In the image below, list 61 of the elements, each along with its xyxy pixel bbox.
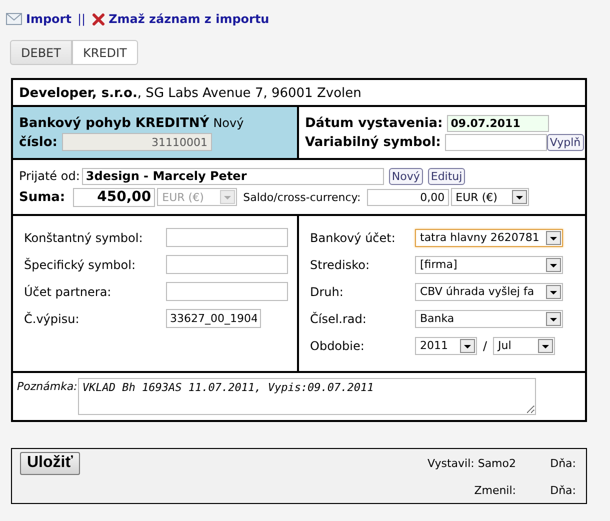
caret-icon (220, 190, 236, 204)
dropdown[interactable]: 2011 (415, 336, 477, 354)
changed-by-label: Zmenil: (474, 484, 516, 496)
issue-date-label: Dátum vystavenia: (305, 116, 443, 130)
caret-icon (546, 258, 561, 272)
amount-field[interactable]: 450,00 (73, 188, 156, 206)
link[interactable]: Import (26, 12, 72, 26)
field-label: Špecifický symbol: (24, 258, 137, 272)
field-label: Bankový účet: (310, 230, 396, 244)
input-field[interactable] (166, 255, 288, 274)
caret-icon (546, 284, 561, 298)
caret-icon (546, 230, 561, 244)
dropdown[interactable]: [firma] (415, 256, 563, 274)
created-date-label: Dňa: (550, 456, 576, 470)
input-field[interactable] (166, 282, 288, 301)
number-label: číslo: (19, 134, 58, 150)
envelope-icon[interactable] (6, 13, 22, 25)
saldo-label: Saldo/cross-currency: (243, 190, 361, 204)
link-separator: || (77, 12, 86, 26)
field-label: Čísel.rad: (310, 312, 368, 326)
caret-icon (512, 190, 527, 204)
save-button[interactable]: Uložiť (20, 452, 80, 474)
field-label: Obdobie: (310, 338, 366, 352)
number-field[interactable]: 31110001 (62, 133, 212, 151)
field-label: Č.výpisu: (24, 312, 80, 326)
amount-label: Suma: (19, 190, 66, 204)
input-field[interactable] (166, 228, 288, 247)
field-label: Druh: (310, 284, 344, 298)
created-by-label: Vystavil: Samo2 (427, 456, 516, 470)
caret-icon (546, 312, 561, 326)
close-icon[interactable] (92, 12, 105, 26)
period-separator: / (483, 338, 488, 352)
tab[interactable]: DEBET (10, 40, 72, 65)
date-field[interactable]: 09.07.2011 (446, 114, 549, 132)
note-field[interactable]: VKLAD Bh 1693AS 11.07.2011, Vypis:09.07.2011 (78, 378, 536, 415)
dropdown[interactable]: Jul (493, 336, 556, 354)
fill-button[interactable]: Vyplň (546, 134, 584, 150)
saldo-field[interactable]: 0,00 (366, 188, 449, 206)
field-label: Stredisko: (310, 258, 370, 272)
caret-icon (460, 338, 475, 352)
tab[interactable]: KREDIT (72, 40, 138, 65)
action-button[interactable]: Nový (388, 168, 423, 184)
dropdown[interactable]: EUR (€) (450, 188, 529, 206)
payer-label: Prijaté od: (19, 169, 80, 183)
record-title: Bankový pohyb KREDITNÝ (19, 116, 210, 130)
dropdown[interactable]: Banka (415, 310, 563, 328)
field-label: Konštantný symbol: (24, 230, 144, 244)
input-field[interactable]: 33627_00_1904 (166, 309, 261, 328)
payer-field[interactable]: 3design - Marcely Peter (82, 168, 384, 184)
action-button[interactable]: Edituj (428, 168, 466, 184)
changed-date-label: Dňa: (550, 484, 576, 496)
dropdown[interactable]: CBV úhrada vyšlej fa (415, 282, 563, 300)
company-address: Developer, s.r.o., SG Labs Avenue 7, 96001 Zvolen (19, 86, 362, 101)
status-label: Nový (213, 116, 244, 130)
caret-icon (538, 338, 554, 352)
field-label: Účet partnera: (24, 284, 112, 298)
link[interactable]: Zmaž záznam z importu (108, 12, 270, 26)
note-label: Poznámka: (17, 380, 78, 393)
dropdown[interactable]: tatra hlavny 2620781 (415, 228, 563, 246)
variable-symbol-label: Variabilný symbol: (305, 134, 441, 150)
variable-symbol-field[interactable] (444, 134, 547, 150)
